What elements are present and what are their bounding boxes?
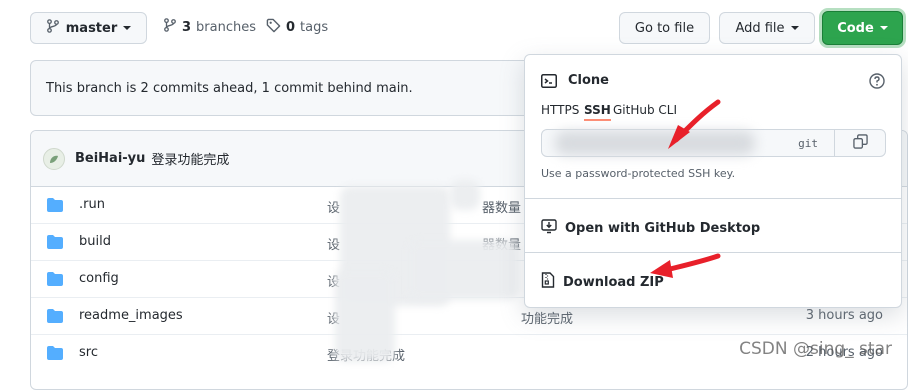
tab-ssh[interactable]: SSH: [584, 103, 611, 121]
folder-icon: [47, 309, 63, 327]
branch-status-text: This branch is 2 commits ahead, 1 commit…: [46, 80, 413, 96]
chevron-down-icon: [790, 26, 799, 30]
folder-icon: [47, 272, 63, 290]
clone-title: Clone: [568, 73, 609, 88]
git-branch-icon: [163, 18, 177, 36]
open-desktop-label: Open with GitHub Desktop: [565, 220, 761, 236]
file-commit-message-tail: 功能完成: [521, 312, 574, 327]
file-name[interactable]: src: [79, 345, 98, 360]
chevron-down-icon: [123, 26, 132, 30]
branches-link[interactable]: 3 branches: [163, 18, 256, 36]
download-zip-item[interactable]: Download ZIP: [541, 272, 664, 292]
download-zip-label: Download ZIP: [563, 274, 664, 290]
file-name[interactable]: config: [79, 271, 119, 286]
question-icon[interactable]: [869, 73, 885, 93]
go-to-file-label: Go to file: [634, 20, 695, 36]
open-with-desktop-item[interactable]: Open with GitHub Desktop: [541, 218, 760, 238]
code-dropdown: Clone HTTPS SSH GitHub CLI git Use a pas…: [524, 54, 902, 308]
commit-author[interactable]: BeiHai-yu: [75, 151, 145, 166]
add-file-label: Add file: [735, 20, 785, 36]
divider: [525, 252, 901, 253]
redaction-blur: [335, 270, 395, 362]
file-name[interactable]: readme_images: [79, 308, 183, 323]
commit-message[interactable]: 登录功能完成: [151, 149, 229, 168]
branch-selector-button[interactable]: master: [30, 12, 147, 44]
avatar[interactable]: [43, 147, 65, 170]
folder-icon: [47, 235, 63, 253]
file-zip-icon: [541, 272, 555, 292]
code-button[interactable]: Code: [822, 11, 903, 45]
git-branch-icon: [46, 19, 60, 37]
watermark: CSDN @sing_ star: [739, 339, 892, 359]
file-commit-message[interactable]: 设: [327, 197, 340, 216]
folder-icon: [47, 198, 63, 216]
tab-github-cli[interactable]: GitHub CLI: [613, 103, 677, 117]
file-updated-time: 3 hours ago: [805, 308, 883, 323]
file-name[interactable]: .run: [79, 197, 105, 212]
redaction-blur: [555, 131, 755, 155]
folder-icon: [47, 346, 63, 364]
divider: [525, 198, 901, 199]
file-commit-message[interactable]: 设: [327, 234, 340, 253]
tab-https[interactable]: HTTPS: [541, 103, 579, 117]
add-file-button[interactable]: Add file: [719, 12, 815, 44]
file-commit-message-tail: 器数量: [482, 201, 522, 216]
branch-name: master: [65, 20, 118, 36]
clone-url-suffix: git: [798, 136, 818, 150]
desktop-download-icon: [541, 218, 557, 238]
go-to-file-button[interactable]: Go to file: [619, 12, 710, 44]
copy-icon: [852, 133, 868, 153]
tags-label: tags: [300, 20, 329, 35]
clone-header: Clone: [525, 71, 901, 97]
chevron-down-icon: [879, 26, 888, 30]
tag-icon: [266, 18, 281, 37]
ssh-hint: Use a password-protected SSH key.: [541, 167, 736, 180]
tags-link[interactable]: 0 tags: [266, 18, 328, 37]
tags-count: 0: [286, 20, 296, 35]
redaction-blur: [450, 180, 480, 210]
terminal-icon: [541, 73, 557, 93]
code-label: Code: [837, 20, 874, 36]
branches-label: branches: [196, 19, 257, 35]
file-name[interactable]: build: [79, 234, 111, 249]
branches-count: 3: [182, 19, 192, 35]
redaction-blur: [408, 240, 518, 300]
copy-url-button[interactable]: [834, 129, 886, 157]
